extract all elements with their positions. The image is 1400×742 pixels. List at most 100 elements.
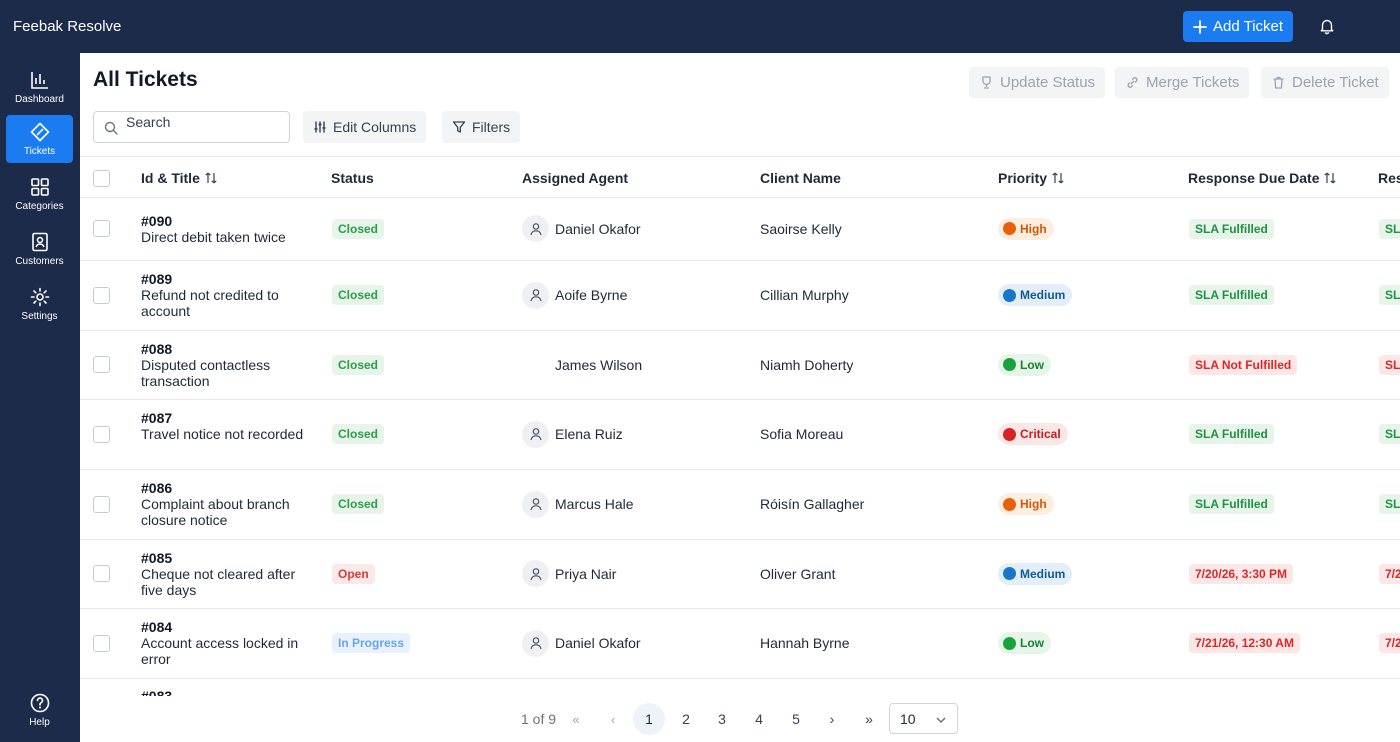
contact-book-icon	[31, 232, 48, 252]
row-checkbox[interactable]	[93, 425, 110, 443]
filters-button[interactable]: Filters	[442, 111, 521, 143]
page-title: All Tickets	[93, 68, 198, 91]
prev-page-button[interactable]: ‹	[597, 703, 629, 735]
agent-avatar	[522, 560, 549, 587]
sidebar-item-settings[interactable]: Settings	[6, 280, 73, 328]
rows-per-page-select[interactable]: 10	[889, 703, 958, 734]
ticket-id[interactable]: #085	[141, 550, 172, 566]
table-top-border	[80, 156, 1400, 157]
page-button-4[interactable]: 4	[743, 703, 775, 735]
sidebar-item-label: Customers	[15, 256, 64, 267]
sort-icon[interactable]	[1323, 171, 1337, 185]
sidebar-item-customers[interactable]: Customers	[6, 225, 73, 273]
priority-badge: High	[998, 493, 1054, 515]
priority-label: High	[1020, 497, 1047, 511]
ticket-title[interactable]: Refund not credited to account	[141, 287, 316, 319]
column-header-id-title[interactable]: Id & Title	[141, 170, 218, 186]
row-checkbox[interactable]	[93, 286, 110, 304]
last-page-button[interactable]: »	[853, 703, 885, 735]
edit-columns-button[interactable]: Edit Columns	[303, 111, 427, 143]
sort-icon[interactable]	[204, 171, 218, 185]
ticket-id[interactable]: #089	[141, 271, 172, 287]
resolution-due-badge: 7/2	[1379, 633, 1400, 653]
sidebar-item-label: Settings	[21, 311, 58, 322]
column-header-label: Status	[331, 170, 374, 186]
sidebar-item-categories[interactable]: Categories	[6, 170, 73, 218]
sort-icon[interactable]	[1051, 171, 1065, 185]
ticket-title[interactable]: Complaint about branch closure notice	[141, 496, 316, 528]
add-ticket-button[interactable]: Add Ticket	[1183, 11, 1293, 42]
priority-badge: Low	[998, 632, 1051, 654]
ticket-id[interactable]: #087	[141, 410, 172, 426]
bell-icon[interactable]	[1318, 17, 1336, 35]
resolution-due-badge: SL	[1379, 285, 1400, 305]
column-header-status[interactable]: Status	[331, 170, 374, 186]
page-button-1[interactable]: 1	[633, 703, 665, 735]
sidebar-item-tickets[interactable]: Tickets	[6, 115, 73, 163]
user-icon	[529, 567, 542, 580]
priority-badge: Low	[998, 353, 1051, 376]
ticket-icon	[30, 122, 49, 142]
update-status-button[interactable]: Update Status	[969, 67, 1106, 98]
agent-name: Daniel Okafor	[555, 635, 641, 651]
agent-avatar	[522, 629, 549, 657]
row-checkbox[interactable]	[93, 634, 110, 652]
edit-columns-label: Edit Columns	[333, 119, 417, 135]
status-badge: Open	[332, 563, 375, 584]
page-button-2[interactable]: 2	[670, 703, 702, 735]
response-due-badge: SLA Fulfilled	[1189, 494, 1274, 514]
agent-name: Aoife Byrne	[555, 287, 628, 303]
ticket-title[interactable]: Disputed contactless transaction	[141, 357, 316, 389]
filter-icon	[452, 121, 466, 133]
column-header-priority[interactable]: Priority	[998, 170, 1065, 186]
sidebar-item-help[interactable]: Help	[6, 686, 73, 734]
top-bar: Feebak Resolve Add Ticket	[0, 0, 1400, 53]
add-ticket-label: Add Ticket	[1213, 18, 1284, 35]
ticket-title[interactable]: Cheque not cleared after five days	[141, 566, 316, 598]
plus-icon	[1193, 19, 1207, 34]
agent-avatar	[522, 281, 549, 309]
response-due-badge: SLA Fulfilled	[1189, 285, 1274, 305]
page-button-3[interactable]: 3	[706, 703, 738, 735]
status-badge: Closed	[332, 424, 385, 444]
row-divider	[80, 330, 1400, 331]
column-header-agent[interactable]: Assigned Agent	[522, 170, 628, 186]
client-name: Oliver Grant	[760, 565, 836, 582]
row-checkbox[interactable]	[93, 220, 110, 237]
row-checkbox[interactable]	[93, 565, 110, 582]
delete-ticket-button[interactable]: Delete Ticket	[1261, 67, 1389, 98]
resolution-due-badge: SL	[1379, 424, 1400, 444]
select-all-checkbox[interactable]	[93, 170, 110, 187]
help-icon	[30, 693, 49, 713]
sidebar-item-dashboard[interactable]: Dashboard	[6, 63, 73, 111]
ticket-id[interactable]: #088	[141, 341, 172, 357]
page-button-5[interactable]: 5	[780, 703, 812, 735]
agent-name: James Wilson	[555, 356, 643, 373]
search-box	[93, 111, 290, 143]
trash-icon	[1273, 76, 1284, 89]
status-badge: Closed	[332, 218, 385, 239]
priority-dot	[1003, 567, 1016, 580]
first-page-button[interactable]: «	[560, 703, 592, 735]
status-badge: Closed	[332, 494, 385, 514]
column-header-client[interactable]: Client Name	[760, 170, 841, 186]
ticket-title[interactable]: Direct debit taken twice	[141, 229, 316, 245]
response-due-badge: SLA Fulfilled	[1189, 218, 1274, 239]
sidebar-item-label: Categories	[15, 201, 64, 212]
ticket-id[interactable]: #090	[141, 213, 172, 229]
ticket-id[interactable]: #084	[141, 619, 172, 635]
column-header-label: Id & Title	[141, 170, 200, 186]
ticket-title[interactable]: Travel notice not recorded	[141, 426, 316, 442]
row-checkbox[interactable]	[93, 495, 110, 513]
sidebar-item-label: Dashboard	[15, 94, 64, 105]
ticket-title[interactable]: Account access locked in error	[141, 635, 316, 667]
ticket-id[interactable]: #083	[141, 688, 172, 696]
row-checkbox[interactable]	[93, 356, 110, 373]
column-header-response-due[interactable]: Response Due Date	[1188, 170, 1337, 186]
search-input[interactable]	[126, 112, 286, 132]
merge-tickets-button[interactable]: Merge Tickets	[1115, 67, 1250, 98]
ticket-id[interactable]: #086	[141, 480, 172, 496]
column-header-resolution-due[interactable]: Res	[1378, 170, 1400, 186]
priority-dot	[1003, 497, 1016, 511]
next-page-button[interactable]: ›	[816, 703, 848, 735]
